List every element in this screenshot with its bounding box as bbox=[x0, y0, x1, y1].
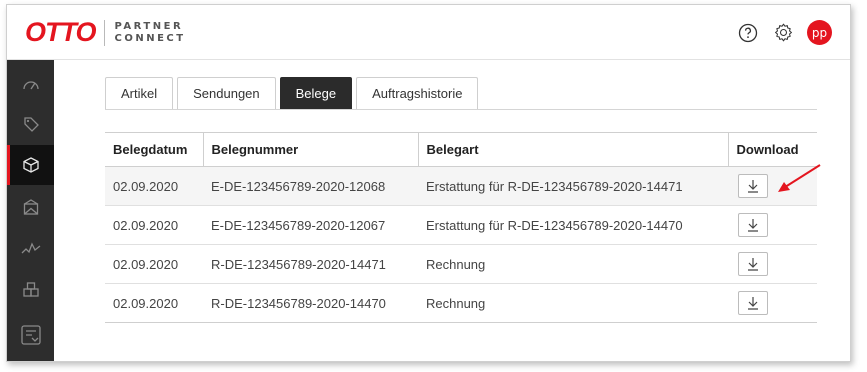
box-icon[interactable] bbox=[7, 145, 54, 185]
cell-download bbox=[728, 205, 817, 245]
user-avatar[interactable]: pp bbox=[807, 20, 832, 45]
cell-belegnummer: E-DE-123456789-2020-12067 bbox=[203, 205, 418, 245]
cell-belegdatum: 02.09.2020 bbox=[105, 166, 203, 206]
column-header-belegart[interactable]: Belegart bbox=[417, 132, 728, 167]
envelope-icon[interactable] bbox=[7, 187, 54, 227]
header-actions: pp bbox=[737, 20, 832, 45]
gear-icon[interactable] bbox=[772, 22, 794, 44]
otto-partner-connect-logo[interactable]: OTTO PARTNER CONNECT bbox=[25, 19, 186, 46]
cell-belegdatum: 02.09.2020 bbox=[105, 244, 203, 284]
tab-divider bbox=[105, 109, 817, 110]
column-header-belegdatum[interactable]: Belegdatum bbox=[105, 132, 203, 167]
annotation-arrow-icon bbox=[778, 164, 821, 192]
download-button[interactable] bbox=[738, 291, 768, 315]
download-icon bbox=[748, 219, 758, 232]
cell-belegart: Rechnung bbox=[418, 283, 728, 323]
tab-bar: Artikel Sendungen Belege Auftragshistori… bbox=[105, 77, 479, 109]
download-button[interactable] bbox=[738, 213, 768, 237]
boxes-icon[interactable] bbox=[7, 270, 54, 310]
product-name-line1: PARTNER bbox=[114, 20, 184, 32]
cell-belegart: Erstattung für R-DE-123456789-2020-14471 bbox=[418, 166, 728, 206]
document-exchange-icon[interactable] bbox=[7, 315, 54, 355]
tab-sendungen[interactable]: Sendungen bbox=[177, 77, 276, 109]
sidebar-nav bbox=[7, 60, 54, 361]
cell-belegdatum: 02.09.2020 bbox=[105, 205, 203, 245]
cell-download bbox=[728, 244, 817, 284]
product-name: PARTNER CONNECT bbox=[115, 21, 186, 45]
app-window: OTTO PARTNER CONNECT pp Artikel Sendunge… bbox=[6, 4, 851, 362]
cell-belegnummer: E-DE-123456789-2020-12068 bbox=[203, 166, 418, 206]
cell-belegnummer: R-DE-123456789-2020-14471 bbox=[203, 244, 418, 284]
top-header: OTTO PARTNER CONNECT pp bbox=[7, 5, 850, 60]
main-content: Artikel Sendungen Belege Auftragshistori… bbox=[54, 60, 850, 361]
column-header-belegnummer[interactable]: Belegnummer bbox=[202, 132, 418, 167]
tab-belege[interactable]: Belege bbox=[279, 77, 353, 109]
chart-line-icon[interactable] bbox=[7, 228, 54, 268]
help-circle-icon[interactable] bbox=[737, 22, 759, 44]
table-header-row: Belegdatum Belegnummer Belegart Download bbox=[105, 132, 817, 167]
table-row: 02.09.2020 E-DE-123456789-2020-12068 Ers… bbox=[105, 166, 817, 206]
download-icon bbox=[748, 297, 758, 310]
tab-artikel[interactable]: Artikel bbox=[105, 77, 174, 109]
tag-icon[interactable] bbox=[7, 104, 54, 144]
tab-auftragshistorie[interactable]: Auftragshistorie bbox=[356, 77, 479, 109]
cell-belegnummer: R-DE-123456789-2020-14470 bbox=[203, 283, 418, 323]
download-icon bbox=[748, 180, 758, 193]
table-row: 02.09.2020 R-DE-123456789-2020-14471 Rec… bbox=[105, 244, 817, 284]
gauge-icon[interactable] bbox=[7, 64, 54, 104]
cell-belegdatum: 02.09.2020 bbox=[105, 283, 203, 323]
download-button[interactable] bbox=[738, 174, 768, 198]
download-icon bbox=[748, 258, 758, 271]
cell-download bbox=[728, 283, 817, 323]
otto-logo-text: OTTO bbox=[25, 17, 97, 47]
logo-divider bbox=[103, 19, 105, 46]
documents-table: Belegdatum Belegnummer Belegart Download… bbox=[105, 132, 817, 323]
download-button[interactable] bbox=[738, 252, 768, 276]
cell-belegart: Erstattung für R-DE-123456789-2020-14470 bbox=[418, 205, 728, 245]
cell-belegart: Rechnung bbox=[418, 244, 728, 284]
table-row: 02.09.2020 E-DE-123456789-2020-12067 Ers… bbox=[105, 205, 817, 245]
table-row: 02.09.2020 R-DE-123456789-2020-14470 Rec… bbox=[105, 283, 817, 323]
product-name-line2: CONNECT bbox=[114, 32, 186, 44]
